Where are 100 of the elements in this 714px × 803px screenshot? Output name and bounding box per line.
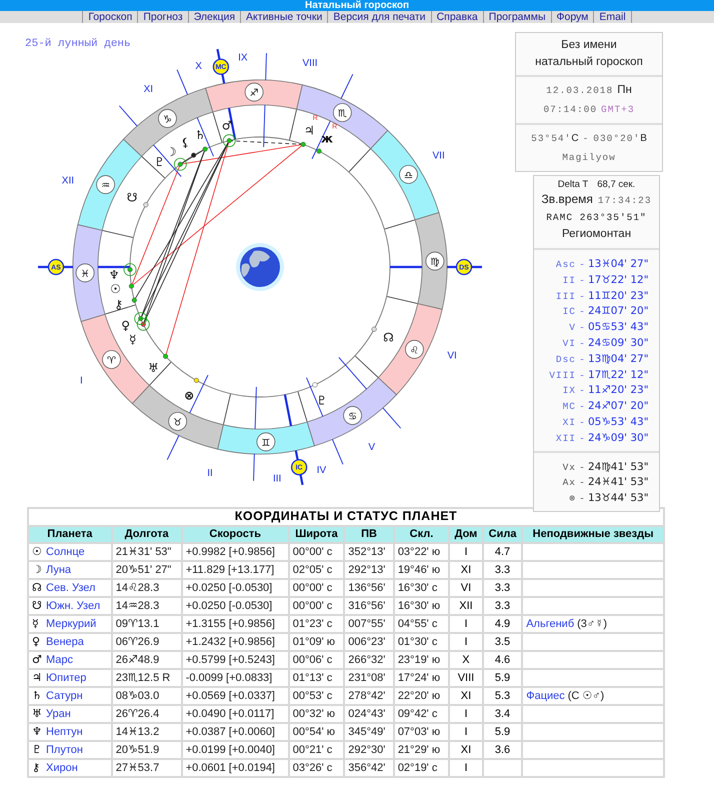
planet-link[interactable]: Сатурн [46,690,83,702]
house-cusp-label: IC [562,305,576,320]
house-cusp-value: 24♑09' 30" [588,430,650,446]
zodiac-sign-marker: ♏ [333,103,352,122]
longitude: 030°20' [593,132,640,146]
house-cusp-value: 17♏22' 12" [588,368,650,382]
dash: - [578,290,586,304]
dash: - [578,400,586,414]
dash: - [578,305,586,320]
planet-link[interactable]: Луна [46,564,72,576]
planet-glyph: ⚷ [114,297,123,312]
nav-link[interactable]: Справка [430,11,483,23]
planet-glyph: ♃ [304,124,315,138]
table-cell: +1.3155 [+0.9856] [182,615,289,633]
zodiac-sign-marker: ♌ [405,340,424,359]
dash: - [578,432,586,446]
table-cell: +0.0387 [+0.0060] [182,723,289,741]
house-number: XII [62,176,74,187]
table-cell: 26♈26.4 [112,705,182,723]
table-cell: 14♌28.3 [112,579,182,597]
lunar-day-label: 25-й лунный день [25,38,131,50]
table-cell: I [449,633,483,651]
planet-glyph: ♂ [222,118,233,133]
dash: - [578,352,586,367]
table-cell: 352°13' [344,543,394,561]
star-link[interactable]: Альгениб [526,618,574,630]
table-cell: 3.6 [482,741,522,759]
table-cell: +11.829 [+13.177] [182,561,289,579]
table-cell: 16°30' ю [394,597,450,615]
planet-link[interactable]: Сев. Узел [46,582,96,594]
table-cell: 00°21' с [288,741,344,759]
table-cell: +1.2432 [+0.9856] [182,633,289,651]
planet-glyph: ♅ [148,360,159,375]
nav-link[interactable]: Программы [482,11,550,23]
sidereal-time-label: Зв.время [541,191,593,208]
table-cell: +0.0490 [+0.0117] [182,705,289,723]
planet-link[interactable]: Южн. Узел [46,600,100,612]
nav-link[interactable]: Элекция [188,11,240,23]
table-cell: 00°53' с [288,687,344,705]
planet-link[interactable]: Солнце [46,546,85,558]
nav-link[interactable]: Email [593,11,632,23]
table-cell: 231°08' [344,669,394,687]
planet-link[interactable]: Меркурий [46,618,96,630]
table-cell: +0.0199 [+0.0040] [182,741,289,759]
table-cell: 23°19' ю [394,651,450,669]
table-cell: XI [449,741,483,759]
nav-link[interactable]: Активные точки [240,11,328,23]
nav-link[interactable]: Гороскоп [82,11,138,23]
planet-glyph: ☽ [32,562,43,577]
table-cell: 5.3 [482,687,522,705]
house-cusp-label: IX [562,384,576,398]
table-cell: 22°20' ю [394,687,450,705]
planet-glyph: ♅ [32,706,43,721]
table-cell: 4.6 [482,651,522,669]
table-cell: +0.0250 [-0.0530] [182,597,289,615]
planet-glyph: ♇ [316,393,328,408]
planet-glyph: ☽ [166,145,176,160]
table-cell: 01°09' ю [288,633,344,651]
table-cell: VI [449,579,483,597]
house-number: III [272,473,282,484]
zodiac-sign-marker: ♊ [256,432,276,452]
nav-link[interactable]: Версия для печати [327,11,431,23]
house-cusp-value: 17♉22' 12" [588,272,650,288]
planet-link[interactable]: Хирон [46,762,78,774]
dash: - [578,416,586,430]
planet-link[interactable]: Юпитер [46,672,86,684]
star-link[interactable]: Фациес [526,690,565,702]
dash: - [578,384,586,398]
table-cell: I [449,723,483,741]
house-number: IV [316,464,326,476]
planet-glyph: ж [320,131,333,146]
house-number: VII [432,150,445,162]
timezone: GMT+3 [601,103,635,117]
dash: - [578,274,586,288]
house-number: XI [144,84,154,95]
house-number: X [195,61,202,72]
table-cell: 5.9 [482,723,522,741]
place-name: Magilyow [562,151,616,165]
dash: - [578,476,586,490]
planet-link[interactable]: Венера [46,636,84,648]
table-cell: 20♑51' 27" [112,561,182,579]
globe-icon [236,243,284,291]
table-cell: 00°54' ю [288,723,344,741]
planet-glyph: ♂ [32,652,43,667]
planet-link[interactable]: Уран [46,708,71,720]
chart-name: Без имени [560,38,618,53]
planet-link[interactable]: Плутон [46,744,83,756]
nav-link[interactable]: Прогноз [137,11,188,23]
planet-link[interactable]: Нептун [46,726,83,738]
table-cell: 00°00' с [288,579,344,597]
planet-link[interactable]: Марс [46,654,74,666]
nav-link[interactable]: Форум [550,11,594,23]
table-cell: 09°42' с [394,705,450,723]
zodiac-sign-marker: ♎ [399,165,418,184]
table-cell: VIII [449,669,483,687]
table-cell: 09♈13.1 [112,615,182,633]
planet-glyph: ♇ [154,155,165,170]
table-cell: 02°19' с [394,759,450,777]
house-cusp-value: 05♑53' 43" [588,414,650,430]
table-cell: 3.3 [482,579,522,597]
